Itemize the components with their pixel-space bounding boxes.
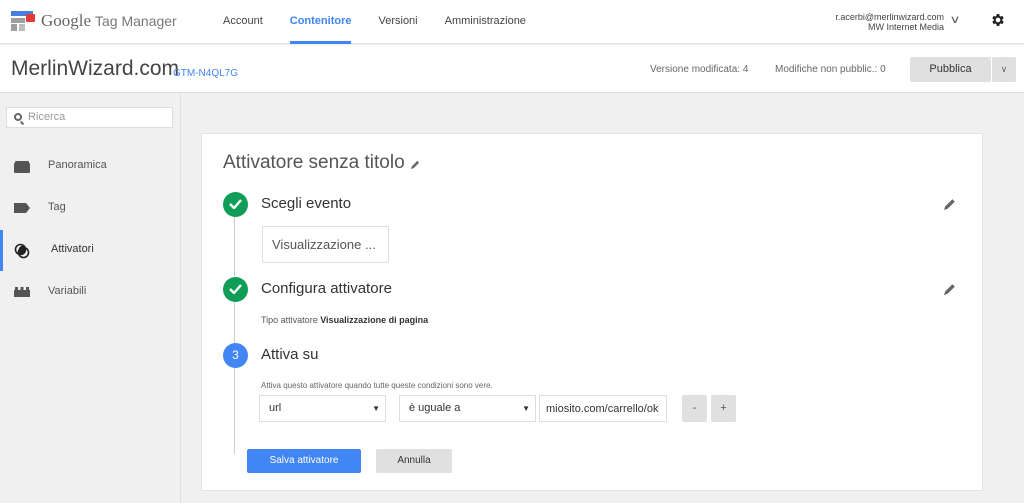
sidebar-item-label: Attivatori	[51, 243, 94, 255]
step-title-event: Scegli evento	[261, 195, 352, 212]
account-email: r.acerbi@merlinwizard.com	[835, 12, 944, 22]
step-title-fire-on: Attiva su	[261, 346, 319, 363]
step-title-configure: Configura attivatore	[261, 280, 392, 297]
container-bar: MerlinWizard.com GTM-N4QL7G Versione mod…	[0, 45, 1024, 93]
remove-condition-button[interactable]: -	[682, 395, 707, 422]
nav-account[interactable]: Account	[223, 0, 263, 44]
cancel-button[interactable]: Annulla	[376, 449, 452, 473]
sidebar-item-variables[interactable]: Variabili	[0, 272, 181, 313]
brand-product: Tag Manager	[95, 13, 177, 29]
sidebar-item-label: Panoramica	[48, 159, 107, 171]
trigger-icon	[14, 243, 30, 259]
variable-select[interactable]: url ▼	[259, 395, 386, 422]
trigger-type-label: Tipo attivatore	[261, 315, 318, 325]
sidebar-item-triggers[interactable]: Attivatori	[0, 230, 181, 271]
brand-google: Google	[41, 11, 92, 30]
operator-select-value: è uguale a	[409, 402, 461, 414]
account-switcher[interactable]: r.acerbi@merlinwizard.com MW Internet Me…	[835, 12, 944, 32]
top-bar: Google Tag Manager Account Contenitore V…	[0, 0, 1024, 44]
step-complete-icon	[223, 192, 248, 217]
dropdown-arrow-icon: ▼	[372, 404, 380, 413]
chevron-down-icon[interactable]: ∨	[949, 13, 960, 26]
trigger-type-value: Visualizzazione di pagina	[320, 315, 429, 325]
container-id[interactable]: GTM-N4QL7G	[173, 68, 238, 79]
pencil-icon[interactable]	[944, 198, 956, 210]
event-chip[interactable]: Visualizzazione ...	[262, 226, 389, 263]
add-condition-button[interactable]: +	[711, 395, 736, 422]
dropdown-arrow-icon: ▼	[522, 404, 530, 413]
gear-icon[interactable]	[990, 12, 1006, 28]
trigger-type: Tipo attivatore Visualizzazione di pagin…	[261, 315, 428, 325]
step-connector	[234, 216, 235, 276]
condition-hint: Attiva questo attivatore quando tutte qu…	[261, 381, 493, 390]
sidebar-item-tag[interactable]: Tag	[0, 188, 181, 229]
step-complete-icon	[223, 277, 248, 302]
folder-icon	[14, 161, 30, 173]
trigger-editor: Attivatore senza titolo Scegli evento Vi…	[201, 133, 983, 491]
publish-button[interactable]: Pubblica	[910, 57, 991, 82]
nav-container[interactable]: Contenitore	[289, 0, 351, 44]
variable-select-value: url	[269, 402, 282, 414]
condition-value-input[interactable]	[539, 395, 667, 422]
sidebar: Panoramica Tag Attivatori Variabili	[0, 94, 181, 503]
trigger-title[interactable]: Attivatore senza titolo	[223, 152, 405, 174]
save-trigger-button[interactable]: Salva attivatore	[247, 449, 361, 473]
search-box	[6, 107, 173, 128]
gtm-logo-icon[interactable]	[11, 11, 35, 31]
publish-options-button[interactable]: ∨	[992, 57, 1016, 82]
container-name: MerlinWizard.com	[11, 57, 180, 80]
pencil-icon[interactable]	[411, 160, 420, 169]
sidebar-item-label: Tag	[48, 201, 66, 213]
nav-admin[interactable]: Amministrazione	[445, 0, 526, 44]
version-modified: Versione modificata: 4	[650, 64, 749, 75]
step-connector	[234, 368, 235, 454]
nav-versions[interactable]: Versioni	[378, 0, 417, 44]
sidebar-item-overview[interactable]: Panoramica	[0, 146, 181, 187]
step-number-badge: 3	[223, 343, 248, 368]
sidebar-item-label: Variabili	[48, 285, 87, 297]
variables-icon	[14, 287, 30, 297]
unpublished-changes: Modifiche non pubblic.: 0	[775, 64, 886, 75]
main-nav: Account Contenitore Versioni Amministraz…	[223, 0, 553, 44]
operator-select[interactable]: è uguale a ▼	[399, 395, 536, 422]
account-org: MW Internet Media	[867, 22, 944, 32]
pencil-icon[interactable]	[944, 283, 956, 295]
tag-icon	[14, 203, 30, 213]
search-input[interactable]	[28, 111, 168, 123]
search-icon	[14, 113, 22, 121]
